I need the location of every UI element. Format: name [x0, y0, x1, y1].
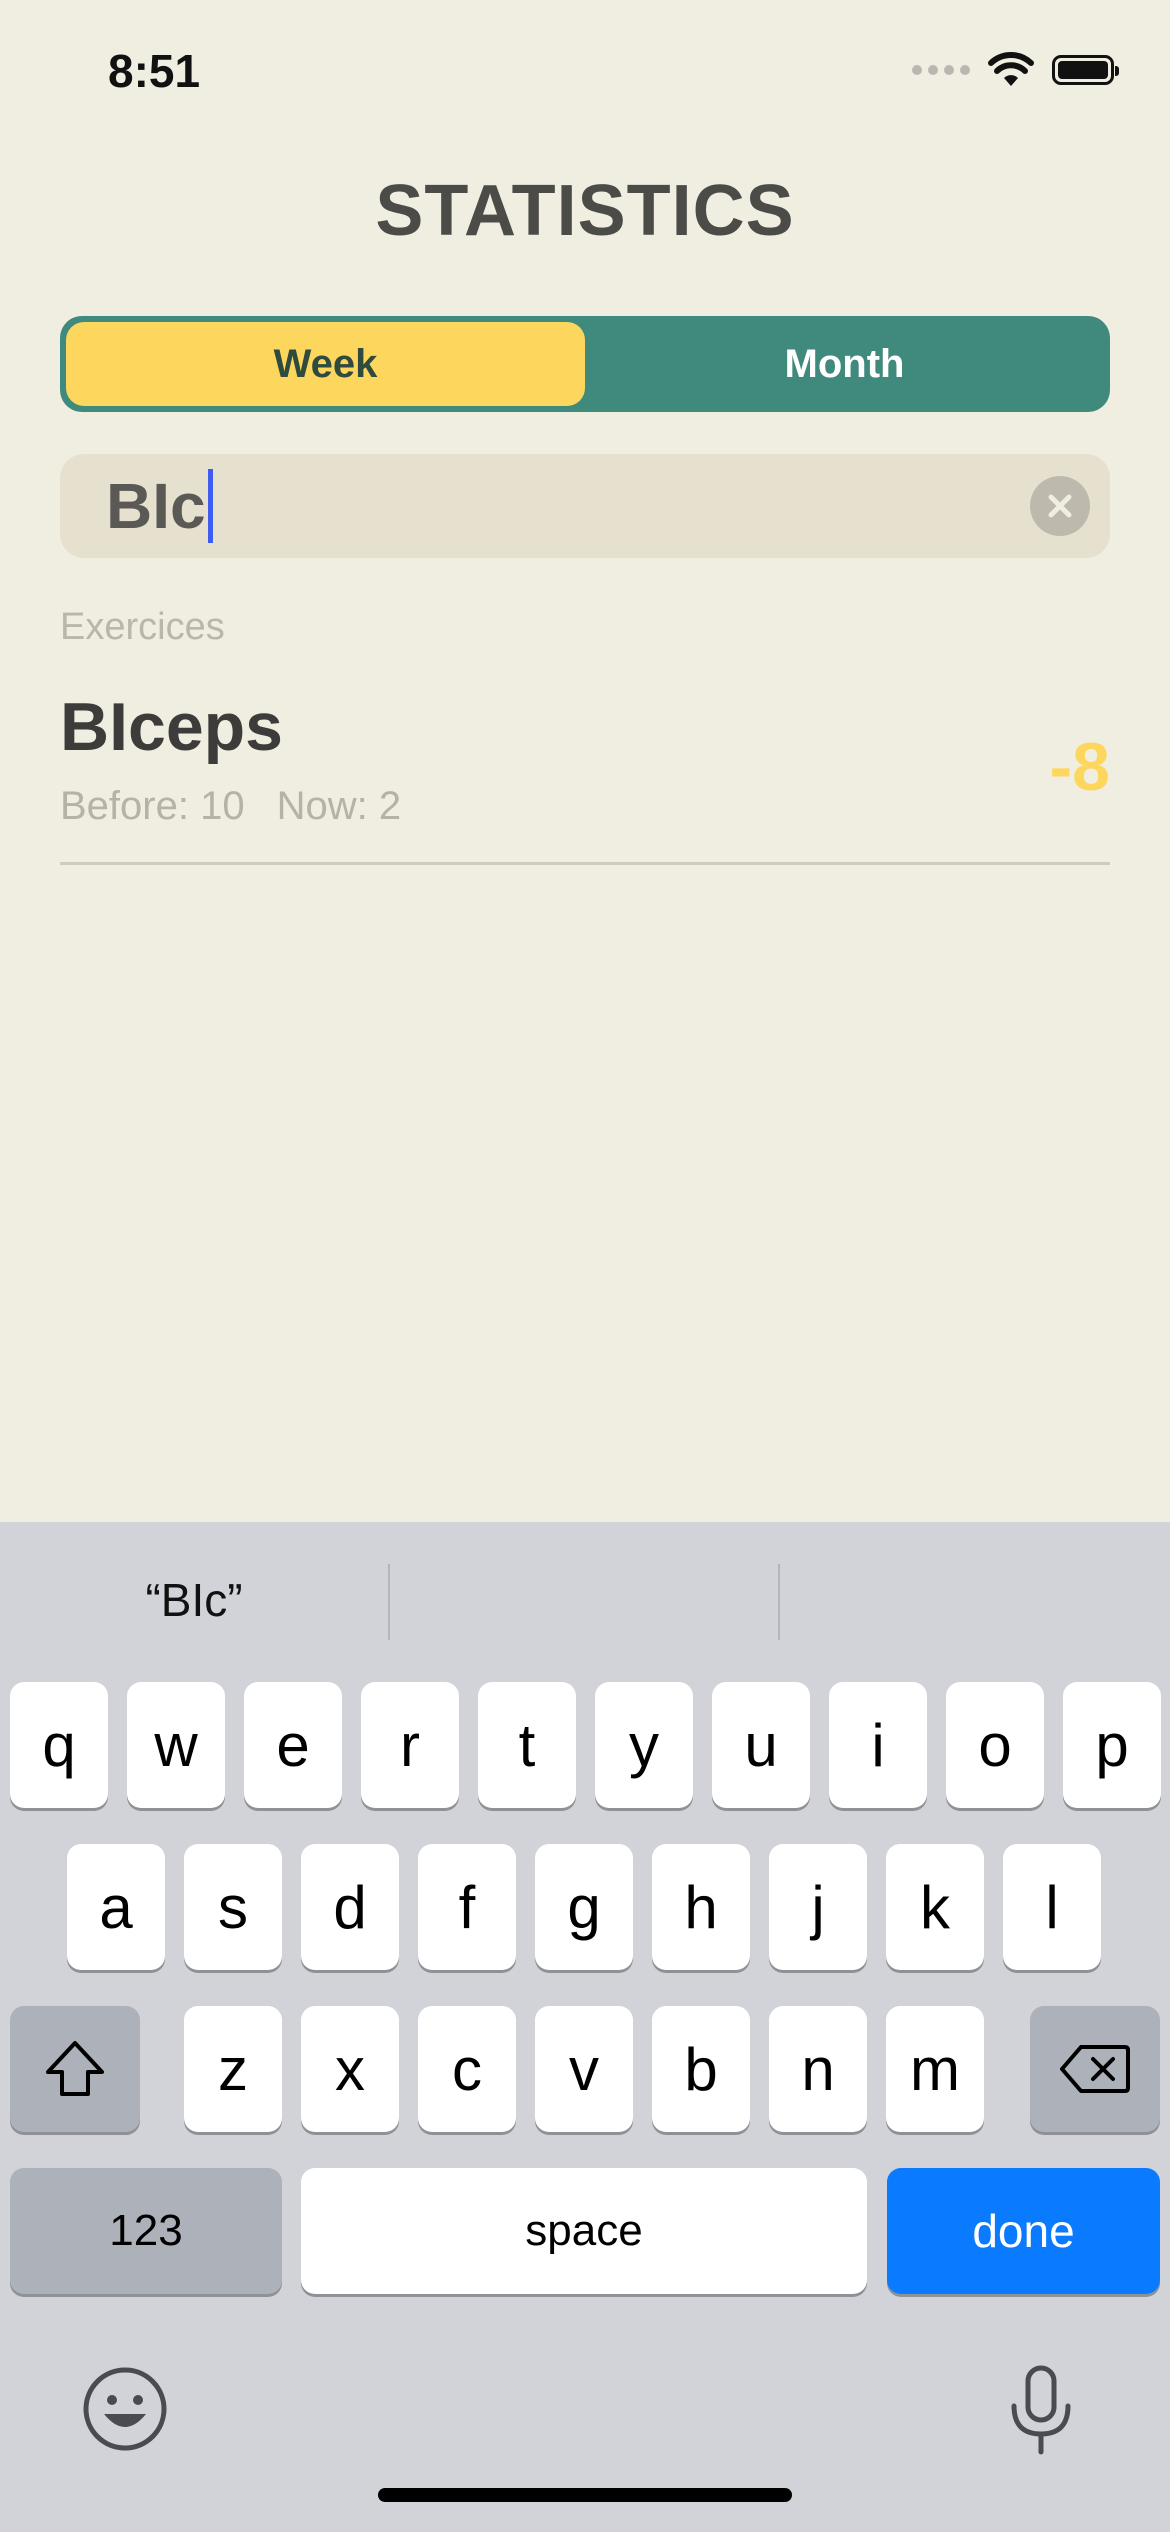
suggestion-item-empty[interactable]: [390, 1562, 778, 1638]
suggestion-bar: “BIc”: [0, 1522, 1170, 1678]
suggestion-item[interactable]: “BIc”: [0, 1562, 388, 1638]
key-t[interactable]: t: [478, 1682, 576, 1808]
key-d[interactable]: d: [301, 1844, 399, 1970]
page-title: STATISTICS: [375, 171, 795, 251]
key-q[interactable]: q: [10, 1682, 108, 1808]
microphone-icon: [1011, 2365, 1071, 2455]
shift-icon: [46, 2041, 104, 2096]
key-n[interactable]: n: [769, 2006, 867, 2132]
status-time: 8:51: [108, 45, 201, 97]
key-u[interactable]: u: [712, 1682, 810, 1808]
suggestion-item-empty[interactable]: [780, 1562, 1170, 1638]
exercise-row[interactable]: BIceps Before: 10 Now: 2 -8: [60, 672, 1110, 865]
key-a[interactable]: a: [67, 1844, 165, 1970]
key-k[interactable]: k: [886, 1844, 984, 1970]
done-key[interactable]: done: [887, 2168, 1160, 2294]
key-l[interactable]: l: [1003, 1844, 1101, 1970]
emoji-icon: [83, 2367, 167, 2451]
key-f[interactable]: f: [418, 1844, 516, 1970]
status-icons: [912, 52, 1119, 88]
key-e[interactable]: e: [244, 1682, 342, 1808]
clear-search-button[interactable]: [1030, 476, 1090, 536]
key-y[interactable]: y: [595, 1682, 693, 1808]
key-h[interactable]: h: [652, 1844, 750, 1970]
key-p[interactable]: p: [1063, 1682, 1161, 1808]
key-g[interactable]: g: [535, 1844, 633, 1970]
exercise-meta: Before: 10 Now: 2: [60, 784, 401, 829]
exercise-now: Now: 2: [276, 784, 402, 828]
emoji-button[interactable]: [80, 2364, 170, 2454]
battery-icon: [1052, 55, 1119, 85]
key-s[interactable]: s: [184, 1844, 282, 1970]
key-i[interactable]: i: [829, 1682, 927, 1808]
backspace-icon: [1060, 2045, 1130, 2093]
dictation-button[interactable]: [996, 2362, 1086, 2458]
segment-month[interactable]: Month: [585, 322, 1104, 406]
search-field[interactable]: BIc: [60, 454, 1110, 558]
cellular-signal-icon: [912, 65, 970, 75]
shift-key[interactable]: [10, 2006, 140, 2132]
exercise-name: BIceps: [60, 689, 283, 765]
search-input[interactable]: BIc: [106, 468, 213, 544]
key-m[interactable]: m: [886, 2006, 984, 2132]
key-x[interactable]: x: [301, 2006, 399, 2132]
key-v[interactable]: v: [535, 2006, 633, 2132]
backspace-key[interactable]: [1030, 2006, 1160, 2132]
key-w[interactable]: w: [127, 1682, 225, 1808]
key-z[interactable]: z: [184, 2006, 282, 2132]
exercise-before: Before: 10: [60, 784, 245, 828]
search-value: BIc: [106, 470, 206, 542]
key-o[interactable]: o: [946, 1682, 1044, 1808]
key-r[interactable]: r: [361, 1682, 459, 1808]
home-indicator: [378, 2488, 792, 2502]
section-label: Exercices: [60, 606, 225, 648]
period-segmented-control: Week Month: [60, 316, 1110, 412]
exercise-delta: -8: [1049, 729, 1110, 805]
segment-week[interactable]: Week: [66, 322, 585, 406]
key-c[interactable]: c: [418, 2006, 516, 2132]
close-icon: [1048, 494, 1072, 518]
space-key[interactable]: space: [301, 2168, 867, 2294]
wifi-icon: [988, 52, 1034, 86]
keyboard: “BIc” q w e r t y u i o p a s d f g h j …: [0, 1522, 1170, 2532]
key-j[interactable]: j: [769, 1844, 867, 1970]
text-caret: [207, 469, 213, 543]
key-b[interactable]: b: [652, 2006, 750, 2132]
numbers-key[interactable]: 123: [10, 2168, 282, 2294]
